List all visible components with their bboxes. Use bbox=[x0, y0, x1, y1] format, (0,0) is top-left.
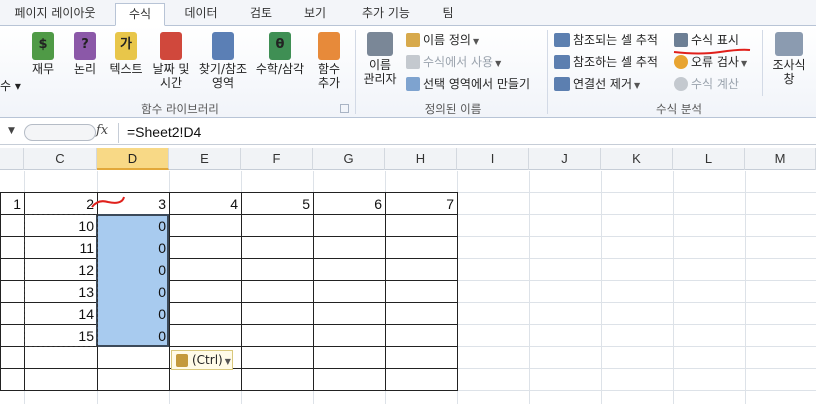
column-header-c[interactable]: C bbox=[24, 148, 97, 170]
trace-precedents-button[interactable]: 참조되는 셀 추적 bbox=[554, 30, 658, 50]
partial-function-button[interactable]: 수 ▾ bbox=[0, 76, 21, 96]
tab-team[interactable]: 팀 bbox=[430, 3, 466, 26]
remove-arrows-button[interactable]: 연결선 제거 ▼ bbox=[554, 74, 640, 94]
trace-precedents-icon bbox=[554, 33, 570, 47]
group-divider bbox=[547, 30, 548, 114]
cell-f2[interactable]: 5 bbox=[242, 193, 313, 215]
tab-view[interactable]: 보기 bbox=[290, 3, 340, 26]
create-from-selection-button[interactable]: 선택 영역에서 만들기 bbox=[406, 74, 530, 94]
formula-input[interactable]: =Sheet2!D4 bbox=[127, 124, 201, 140]
tab-add-ins[interactable]: 추가 기능 bbox=[344, 3, 428, 26]
cell-d6[interactable]: 0 bbox=[98, 281, 169, 303]
logical-book-icon: ? bbox=[74, 32, 96, 60]
cell-d7[interactable]: 0 bbox=[98, 303, 169, 325]
cell-b2[interactable]: 1 bbox=[0, 193, 24, 215]
function-library-launcher-icon[interactable] bbox=[340, 104, 349, 113]
worksheet-grid[interactable]: 1 2 3 4 5 6 7 10 0 11 0 12 0 13 0 14 0 1… bbox=[0, 171, 816, 404]
column-header-m[interactable]: M bbox=[745, 148, 816, 170]
use-in-formula-icon bbox=[406, 55, 420, 69]
more-functions-book-icon bbox=[318, 32, 340, 60]
financial-button[interactable]: $ 재무 bbox=[26, 28, 60, 76]
cell-c5[interactable]: 12 bbox=[25, 259, 97, 281]
cell-c6[interactable]: 13 bbox=[25, 281, 97, 303]
cell-c7[interactable]: 14 bbox=[25, 303, 97, 325]
cell-c2[interactable]: 2 bbox=[25, 193, 97, 215]
evaluate-formula-icon bbox=[674, 77, 688, 91]
financial-book-icon: $ bbox=[32, 32, 54, 60]
column-header-j[interactable]: J bbox=[529, 148, 601, 170]
math-trig-button[interactable]: θ 수학/삼각 bbox=[252, 28, 308, 76]
remove-arrows-icon bbox=[554, 77, 570, 91]
math-book-icon: θ bbox=[269, 32, 291, 60]
text-button[interactable]: 가 텍스트 bbox=[104, 28, 148, 76]
column-header-e[interactable]: E bbox=[169, 148, 241, 170]
define-name-icon bbox=[406, 33, 420, 47]
formula-bar-expander[interactable] bbox=[24, 124, 96, 141]
column-header-h[interactable]: H bbox=[385, 148, 457, 170]
column-headers: C D E F G H I J K L M bbox=[0, 148, 816, 170]
datetime-button[interactable]: 날짜 및 시간 bbox=[148, 28, 194, 90]
lookup-magnifier-icon bbox=[212, 32, 234, 60]
column-header-l[interactable]: L bbox=[673, 148, 745, 170]
trace-dependents-button[interactable]: 참조하는 셀 추적 bbox=[554, 52, 658, 72]
cell-d3[interactable]: 0 bbox=[98, 215, 169, 237]
trace-dependents-icon bbox=[554, 55, 570, 69]
column-header[interactable] bbox=[0, 148, 24, 170]
tab-page-layout[interactable]: 페이지 레이아웃 bbox=[2, 3, 108, 26]
column-header-k[interactable]: K bbox=[601, 148, 673, 170]
more-functions-button[interactable]: 함수 추가 bbox=[308, 28, 350, 90]
cell-d4[interactable]: 0 bbox=[98, 237, 169, 259]
tab-formulas[interactable]: 수식 bbox=[115, 3, 165, 26]
group-divider bbox=[355, 30, 356, 114]
tab-review[interactable]: 검토 bbox=[236, 3, 286, 26]
function-library-group-title: 함수 라이브러리 bbox=[141, 102, 219, 116]
cell-d8[interactable]: 0 bbox=[98, 325, 169, 347]
cell-d5[interactable]: 0 bbox=[98, 259, 169, 281]
datetime-book-icon bbox=[160, 32, 182, 60]
clipboard-icon bbox=[176, 354, 188, 367]
cell-h2[interactable]: 7 bbox=[386, 193, 457, 215]
watch-window-button[interactable]: 조사식 창 bbox=[766, 28, 812, 86]
insert-function-icon[interactable]: fx bbox=[96, 123, 108, 138]
show-formulas-icon bbox=[674, 33, 688, 47]
name-box-dropdown-icon[interactable]: ▼ bbox=[8, 126, 15, 136]
cell-c4[interactable]: 11 bbox=[25, 237, 97, 259]
name-manager-button[interactable]: 이름 관리자 bbox=[358, 28, 402, 86]
cell-c3[interactable]: 10 bbox=[25, 215, 97, 237]
defined-names-group-title: 정의된 이름 bbox=[424, 102, 482, 116]
column-header-d[interactable]: D bbox=[97, 148, 169, 170]
cell-e2[interactable]: 4 bbox=[170, 193, 241, 215]
cell-c8[interactable]: 15 bbox=[25, 325, 97, 347]
ribbon-tab-bar: 페이지 레이아웃 수식 데이터 검토 보기 추가 기능 팀 bbox=[0, 0, 816, 26]
create-from-selection-icon bbox=[406, 77, 420, 91]
column-header-i[interactable]: I bbox=[457, 148, 529, 170]
use-in-formula-button[interactable]: 수식에서 사용 ▼ bbox=[406, 52, 501, 72]
lookup-reference-button[interactable]: 찾기/참조 영역 bbox=[194, 28, 252, 90]
formula-bar-divider bbox=[118, 123, 119, 143]
evaluate-formula-button[interactable]: 수식 계산 bbox=[674, 74, 739, 94]
error-checking-icon bbox=[674, 55, 688, 69]
name-manager-icon bbox=[367, 32, 393, 56]
paste-options-button[interactable]: (Ctrl) ▼ bbox=[171, 350, 233, 370]
excel-window: 페이지 레이아웃 수식 데이터 검토 보기 추가 기능 팀 수 ▾ $ 재무 ?… bbox=[0, 0, 816, 404]
group-divider bbox=[762, 30, 763, 96]
red-annotation-underline bbox=[673, 48, 751, 55]
formula-auditing-group-title: 수식 분석 bbox=[656, 102, 702, 116]
tab-data[interactable]: 데이터 bbox=[170, 3, 232, 26]
column-header-f[interactable]: F bbox=[241, 148, 313, 170]
define-name-button[interactable]: 이름 정의 ▼ bbox=[406, 30, 479, 50]
ribbon-formulas: 수 ▾ $ 재무 ? 논리 가 텍스트 날짜 및 시간 찾기/참조 영역 θ 수… bbox=[0, 26, 816, 118]
red-annotation-arrow bbox=[91, 196, 125, 208]
formula-bar: ▼ fx =Sheet2!D4 bbox=[0, 121, 816, 145]
text-book-icon: 가 bbox=[115, 32, 137, 60]
watch-window-glasses-icon bbox=[775, 32, 803, 56]
logical-button[interactable]: ? 논리 bbox=[68, 28, 102, 76]
column-header-g[interactable]: G bbox=[313, 148, 385, 170]
cell-g2[interactable]: 6 bbox=[314, 193, 385, 215]
